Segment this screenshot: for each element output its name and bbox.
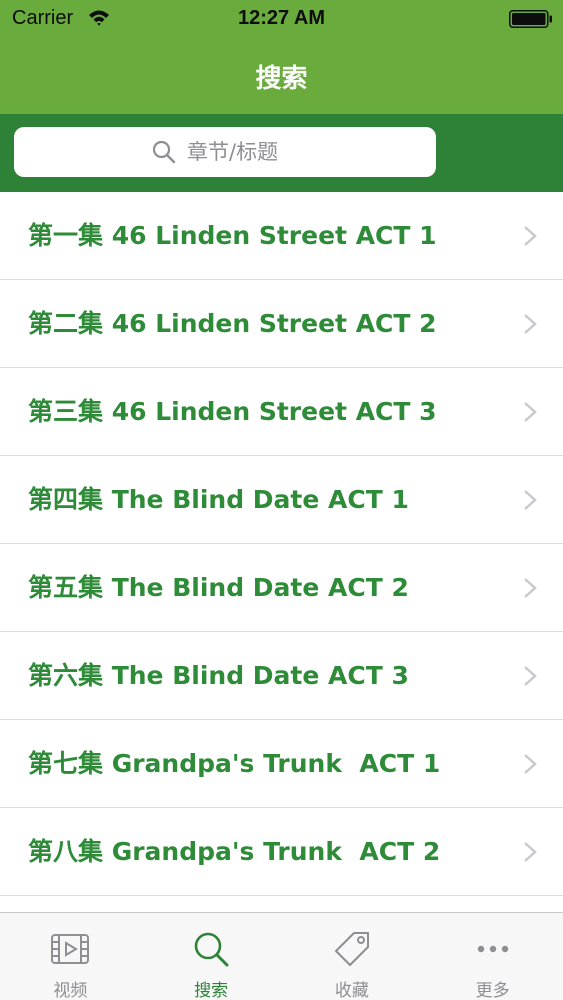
- chevron-right-icon: [524, 666, 537, 686]
- chevron-right-icon: [524, 226, 537, 246]
- search-input[interactable]: [187, 140, 299, 164]
- chevron-right-icon: [524, 578, 537, 598]
- tab-bar: 视频 搜索 收藏 更多: [0, 912, 563, 1000]
- list-item-label: 第一集 46 Linden Street ACT 1: [28, 221, 437, 250]
- tab-search[interactable]: 搜索: [141, 913, 282, 1000]
- list-item-label: 第四集 The Blind Date ACT 1: [28, 485, 409, 514]
- tab-label: 更多: [475, 981, 510, 1000]
- navigation-bar: 搜索: [0, 40, 563, 114]
- list-item[interactable]: 第二集 46 Linden Street ACT 2: [0, 280, 563, 368]
- status-time: 12:27 AM: [237, 7, 326, 29]
- video-icon: [51, 934, 90, 964]
- tab-video[interactable]: 视频: [0, 913, 141, 1000]
- list-item[interactable]: 第七集 Grandpa's Trunk ACT 1: [0, 720, 563, 808]
- chevron-right-icon: [524, 314, 537, 334]
- chevron-right-icon: [524, 402, 537, 422]
- page-title: 搜索: [255, 64, 308, 94]
- more-icon: [477, 945, 508, 953]
- list-item[interactable]: 第一集 46 Linden Street ACT 1: [0, 192, 563, 280]
- list-item-label: 第七集 Grandpa's Trunk ACT 1: [28, 749, 441, 778]
- tab-favorites[interactable]: 收藏: [282, 913, 423, 1000]
- tab-label: 收藏: [334, 981, 369, 1000]
- tab-label: 视频: [53, 981, 88, 1000]
- list-item-label: 第六集 The Blind Date ACT 3: [28, 661, 409, 690]
- chevron-right-icon: [524, 842, 537, 862]
- tab-label: 搜索: [194, 981, 229, 1000]
- search-icon: [152, 140, 176, 164]
- search-field[interactable]: [14, 127, 436, 177]
- tab-more[interactable]: 更多: [422, 913, 563, 1000]
- list-item-label: 第五集 The Blind Date ACT 2: [28, 573, 409, 602]
- list-item[interactable]: 第八集 Grandpa's Trunk ACT 2: [0, 808, 563, 896]
- list-item[interactable]: 第三集 46 Linden Street ACT 3: [0, 368, 563, 456]
- list-item-label: 第八集 Grandpa's Trunk ACT 2: [28, 837, 441, 866]
- chevron-right-icon: [524, 490, 537, 510]
- list-item[interactable]: 第五集 The Blind Date ACT 2: [0, 544, 563, 632]
- search-bar: [0, 114, 563, 192]
- search-icon: [194, 932, 229, 967]
- episode-list: 第一集 46 Linden Street ACT 1 第二集 46 Linden…: [0, 192, 563, 912]
- list-item[interactable]: 第六集 The Blind Date ACT 3: [0, 632, 563, 720]
- list-item[interactable]: 第四集 The Blind Date ACT 1: [0, 456, 563, 544]
- chevron-right-icon: [524, 754, 537, 774]
- battery-icon: [509, 10, 552, 28]
- status-bar: Carrier 12:27 AM: [0, 0, 563, 40]
- list-item-label: 第二集 46 Linden Street ACT 2: [28, 309, 437, 338]
- tag-icon: [334, 932, 369, 966]
- list-item-label: 第三集 46 Linden Street ACT 3: [28, 397, 437, 426]
